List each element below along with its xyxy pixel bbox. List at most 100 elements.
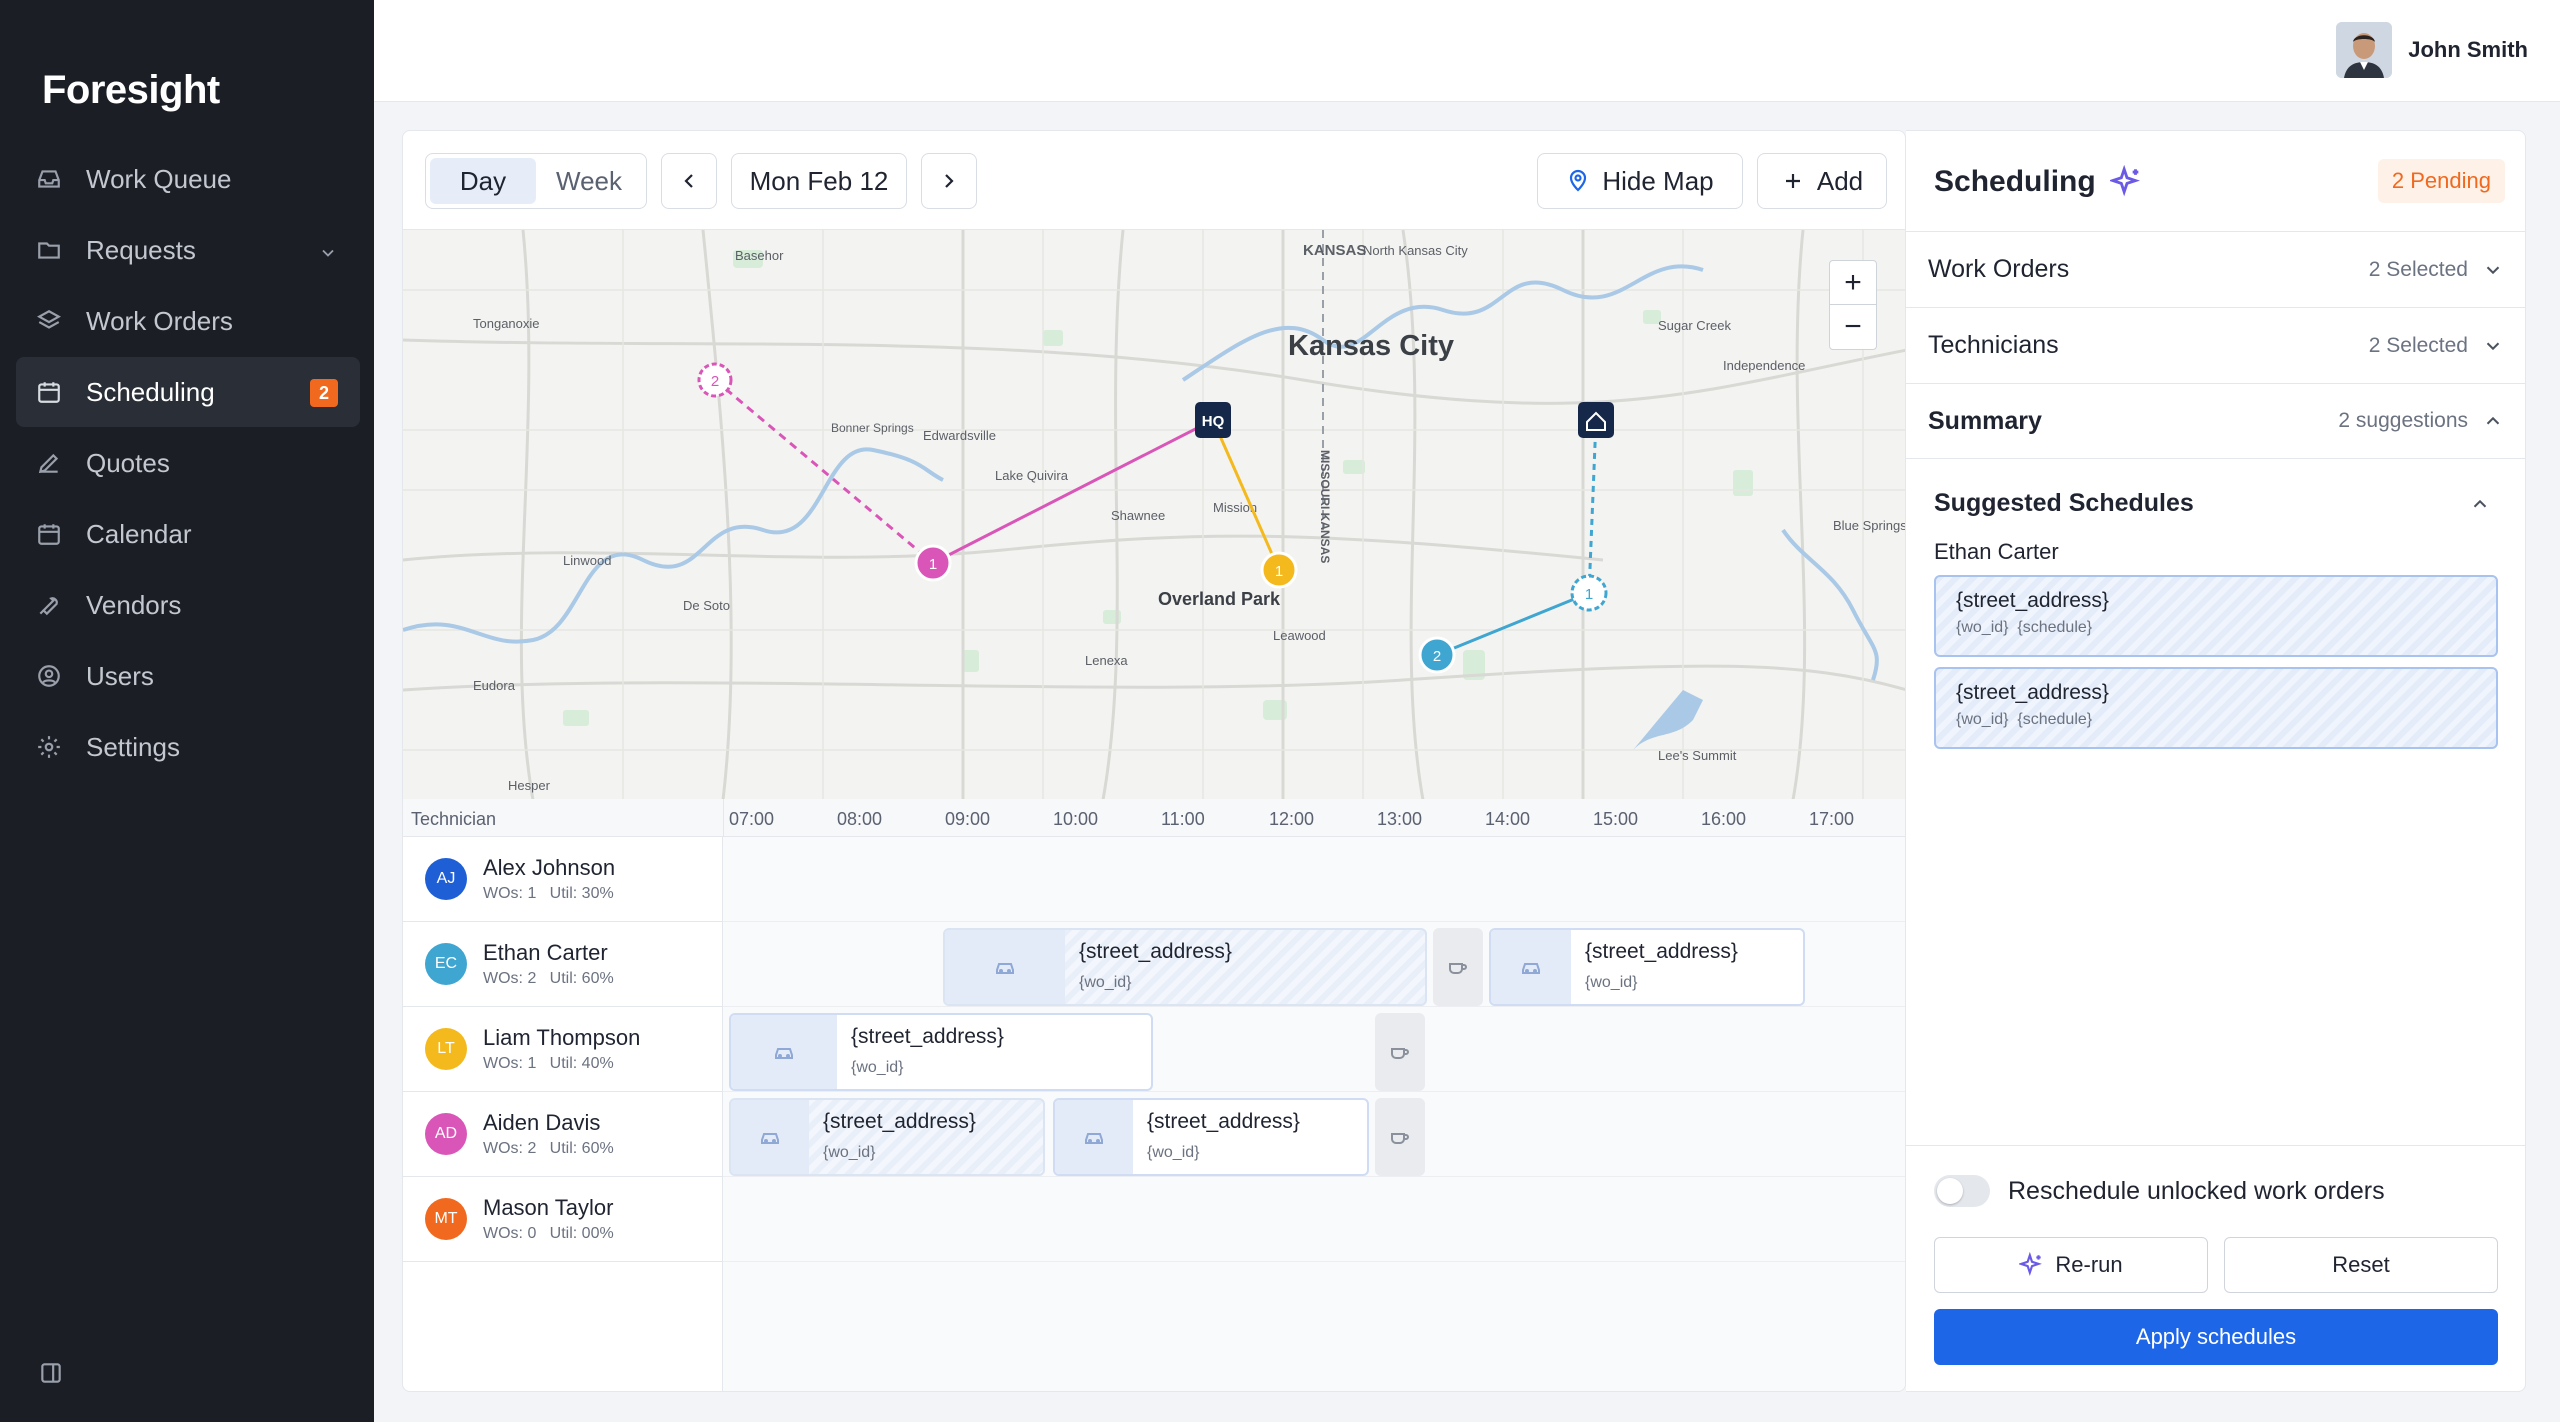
break-block[interactable] bbox=[1433, 928, 1483, 1006]
technician-name: Alex Johnson bbox=[483, 855, 616, 880]
rerun-button[interactable]: Re-run bbox=[1934, 1237, 2208, 1293]
sidebar-collapse-icon[interactable] bbox=[38, 1360, 64, 1386]
job-block[interactable]: {street_address} {wo_id} bbox=[729, 1013, 1153, 1091]
chevron-down-icon[interactable] bbox=[318, 239, 338, 259]
suggestion-card[interactable]: {street_address} {wo_id} {schedule} bbox=[1934, 667, 2498, 749]
map-label-edwardsville: Edwardsville bbox=[923, 428, 996, 443]
reschedule-toggle[interactable] bbox=[1934, 1175, 1990, 1207]
calendar-icon bbox=[36, 521, 62, 547]
inbox-icon bbox=[36, 166, 62, 192]
zoom-in-button[interactable]: + bbox=[1830, 261, 1876, 305]
brand-logo: Foresight bbox=[42, 68, 220, 112]
apply-schedules-button[interactable]: Apply schedules bbox=[1934, 1309, 2498, 1365]
map-label-leawood: Leawood bbox=[1273, 628, 1326, 643]
hour-label: 08:00 bbox=[837, 809, 883, 829]
user-menu[interactable]: John Smith bbox=[2336, 22, 2528, 78]
job-block[interactable]: {street_address} {wo_id} bbox=[729, 1098, 1045, 1176]
avatar bbox=[2336, 22, 2393, 78]
technician-name: Ethan Carter bbox=[483, 940, 608, 965]
sidebar-item-settings[interactable]: Settings bbox=[16, 712, 360, 782]
hide-map-button[interactable]: Hide Map bbox=[1537, 153, 1743, 209]
chevron-left-icon bbox=[684, 174, 693, 188]
route-map[interactable]: KANSAS North Kansas City Kansas City Ove… bbox=[403, 229, 1906, 800]
job-address: {street_address} bbox=[823, 1110, 976, 1133]
suggestion-address: {street_address} bbox=[1956, 589, 2109, 612]
summary-accordion[interactable]: Summary 2 suggestions bbox=[1906, 383, 2526, 459]
suggestion-meta: {wo_id} {schedule} bbox=[1956, 711, 2093, 728]
technician-row[interactable]: MT Mason Taylor WOs: 0 Util: 00% bbox=[403, 1177, 722, 1262]
map-marker-label: 1 bbox=[1275, 563, 1283, 580]
break-block[interactable] bbox=[1375, 1098, 1425, 1176]
zoom-out-button[interactable]: − bbox=[1830, 305, 1876, 349]
week-view-button[interactable]: Week bbox=[536, 158, 642, 204]
chevron-up-icon[interactable] bbox=[2469, 493, 2491, 515]
technician-name: Aiden Davis bbox=[483, 1110, 601, 1135]
notification-badge: 2 bbox=[310, 379, 338, 407]
hour-label: 07:00 bbox=[729, 809, 775, 829]
sidebar-item-work-queue[interactable]: Work Queue bbox=[16, 144, 360, 214]
sidebar-item-label: Work Queue bbox=[86, 163, 232, 194]
map-label-eudora: Eudora bbox=[473, 678, 516, 693]
sidebar-item-work-orders[interactable]: Work Orders bbox=[16, 286, 360, 356]
sidebar-item-scheduling[interactable]: Scheduling 2 bbox=[16, 357, 360, 427]
map-label-blue-springs: Blue Springs bbox=[1833, 518, 1906, 533]
sidebar-item-requests[interactable]: Requests bbox=[16, 215, 360, 285]
technician-row[interactable]: EC Ethan Carter WOs: 2 Util: 60% bbox=[403, 922, 722, 1007]
job-block[interactable]: {street_address} {wo_id} bbox=[1053, 1098, 1369, 1176]
map-label-lees-summit: Lee's Summit bbox=[1658, 748, 1737, 763]
rerun-label: Re-run bbox=[2055, 1252, 2123, 1277]
reset-button[interactable]: Reset bbox=[2224, 1237, 2498, 1293]
next-day-button[interactable] bbox=[921, 153, 977, 209]
panel-title-text: Scheduling bbox=[1934, 165, 2096, 198]
hour-label: 17:00 bbox=[1809, 809, 1855, 829]
coffee-icon bbox=[1391, 1133, 1409, 1144]
technician-meta: WOs: 2 Util: 60% bbox=[483, 1140, 614, 1157]
sidebar-item-quotes[interactable]: Quotes bbox=[16, 428, 360, 498]
car-icon bbox=[731, 1015, 837, 1089]
accordion-label: Summary bbox=[1928, 406, 2042, 435]
technician-row[interactable]: AJ Alex Johnson WOs: 1 Util: 30% bbox=[403, 837, 722, 922]
map-label-kansas-city: Kansas City bbox=[1288, 330, 1454, 362]
sidebar-item-vendors[interactable]: Vendors bbox=[16, 570, 360, 640]
job-wo-id: {wo_id} bbox=[1147, 1144, 1200, 1161]
add-button[interactable]: Add bbox=[1757, 153, 1887, 209]
hour-label: 13:00 bbox=[1377, 809, 1423, 829]
reschedule-toggle-label: Reschedule unlocked work orders bbox=[2008, 1177, 2385, 1205]
work-orders-accordion[interactable]: Work Orders 2 Selected bbox=[1906, 231, 2526, 307]
suggestion-card[interactable]: {street_address} {wo_id} {schedule} bbox=[1934, 575, 2498, 657]
job-block[interactable]: {street_address} {wo_id} bbox=[1489, 928, 1805, 1006]
toolbar: Day Week Mon Feb 12 Hide Map Add bbox=[403, 131, 1905, 229]
job-address: {street_address} bbox=[1585, 940, 1738, 963]
sparkles-icon bbox=[2109, 165, 2140, 197]
sidebar-item-users[interactable]: Users bbox=[16, 641, 360, 711]
sidebar-nav: Work Queue Requests Work Orders Scheduli… bbox=[16, 144, 360, 783]
pen-icon bbox=[36, 450, 62, 476]
technician-row[interactable]: AD Aiden Davis WOs: 2 Util: 60% bbox=[403, 1092, 722, 1177]
car-icon bbox=[945, 930, 1065, 1004]
map-zoom-control: + − bbox=[1829, 260, 1877, 350]
sidebar-item-label: Work Orders bbox=[86, 305, 233, 336]
avatar: EC bbox=[425, 943, 467, 985]
technician-meta: WOs: 1 Util: 30% bbox=[483, 885, 614, 902]
technician-header: Technician bbox=[411, 809, 497, 829]
map-label-north-kc: North Kansas City bbox=[1363, 243, 1468, 258]
map-pin-icon bbox=[1570, 169, 1587, 192]
map-label-basehor: Basehor bbox=[735, 248, 784, 263]
technician-row[interactable]: LT Liam Thompson WOs: 1 Util: 40% bbox=[403, 1007, 722, 1092]
day-view-button[interactable]: Day bbox=[430, 158, 536, 204]
user-circle-icon bbox=[36, 663, 62, 689]
break-block[interactable] bbox=[1375, 1013, 1425, 1091]
map-label-tonganoxie: Tonganoxie bbox=[473, 316, 540, 331]
prev-day-button[interactable] bbox=[661, 153, 717, 209]
sidebar-item-calendar[interactable]: Calendar bbox=[16, 499, 360, 569]
hour-label: 11:00 bbox=[1161, 809, 1205, 829]
map-label-state-line: MISSOURI KANSAS bbox=[1318, 450, 1332, 563]
pending-badge: 2 Pending bbox=[2377, 159, 2505, 203]
add-label: Add bbox=[1816, 165, 1864, 196]
accordion-value: 2 suggestions bbox=[2338, 409, 2468, 432]
date-picker-button[interactable]: Mon Feb 12 bbox=[731, 153, 907, 209]
technicians-accordion[interactable]: Technicians 2 Selected bbox=[1906, 307, 2526, 383]
avatar: MT bbox=[425, 1198, 467, 1240]
accordion-value: 2 Selected bbox=[2368, 257, 2468, 281]
job-block[interactable]: {street_address} {wo_id} bbox=[943, 928, 1427, 1006]
